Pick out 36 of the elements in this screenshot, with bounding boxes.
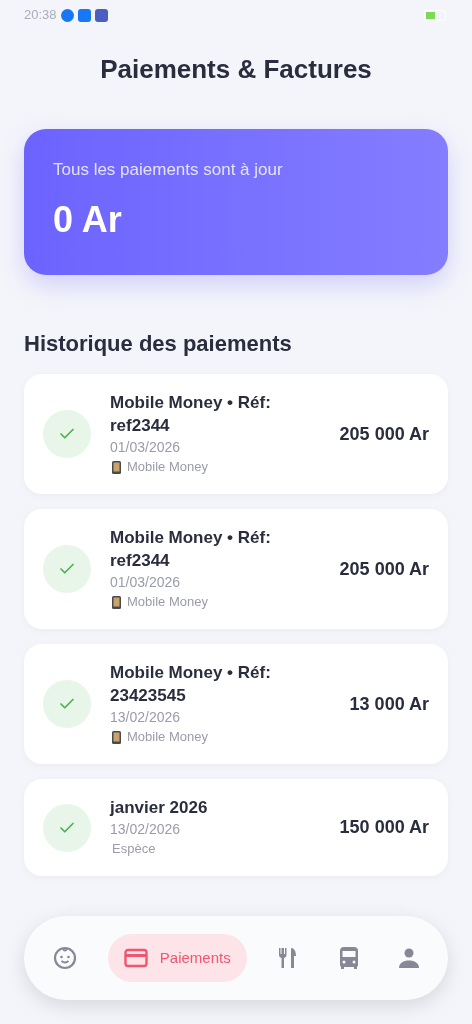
- payment-date: 01/03/2026: [110, 438, 182, 457]
- payment-card[interactable]: Mobile Money • Réf: 23423545 13/02/2026 Mobile Money 13 000 Ar: [24, 644, 448, 764]
- messenger-icon: [60, 8, 74, 22]
- payment-method: Espèce: [112, 840, 156, 858]
- person-icon: [398, 947, 420, 969]
- bus-icon: [338, 946, 361, 970]
- section-heading: Historique des paiements: [24, 330, 293, 358]
- phone-icon: [112, 460, 121, 474]
- battery-icon: [424, 9, 448, 21]
- payment-method: Mobile Money: [127, 458, 208, 476]
- app-icon: [94, 8, 108, 22]
- payment-method: Mobile Money: [127, 728, 208, 746]
- payment-date: 13/02/2026: [110, 820, 182, 839]
- card-icon: [123, 948, 148, 968]
- baby-face-icon: [52, 946, 78, 970]
- summary-caption: Tous les paiements sont à jour: [53, 159, 284, 181]
- page-title: Paiements & Factures: [99, 53, 373, 86]
- facebook-icon: [77, 8, 91, 22]
- payment-amount: 150 000 Ar: [339, 816, 429, 839]
- status-time: 20:38: [24, 6, 57, 25]
- payment-card[interactable]: Mobile Money • Réf: ref2344 01/03/2026 Mobile Money 205 000 Ar: [24, 374, 448, 494]
- payment-date: 01/03/2026: [110, 573, 182, 592]
- payment-method: Mobile Money: [127, 593, 208, 611]
- payment-title: Mobile Money • Réf: ref2344: [110, 392, 272, 437]
- payment-title: Mobile Money • Réf: 23423545: [110, 662, 272, 707]
- payment-amount: 205 000 Ar: [339, 422, 429, 446]
- payment-amount: 205 000 Ar: [339, 557, 429, 581]
- payment-card[interactable]: janvier 2026 13/02/2026 Espèce 150 000 Ar: [24, 779, 448, 876]
- payment-title: Mobile Money • Réf: ref2344: [110, 527, 272, 572]
- payment-title: janvier 2026: [110, 797, 209, 819]
- summary-amount: 0 Ar: [53, 197, 123, 242]
- phone-icon: [112, 595, 121, 609]
- payment-date: 13/02/2026: [110, 708, 182, 727]
- payment-card[interactable]: Mobile Money • Réf: ref2344 01/03/2026 Mobile Money 205 000 Ar: [24, 509, 448, 629]
- phone-icon: [112, 730, 121, 744]
- payment-amount: 13 000 Ar: [349, 692, 429, 716]
